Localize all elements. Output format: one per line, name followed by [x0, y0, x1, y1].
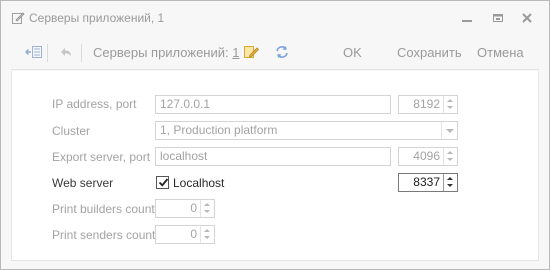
cancel-button[interactable]: Отмена [477, 45, 524, 60]
web-port-value: 8337 [413, 175, 440, 189]
web-port-stepper[interactable]: 8337 [398, 173, 458, 192]
window-title: Серверы приложений, 1 [29, 11, 165, 25]
localhost-checkbox-label[interactable]: Localhost [173, 176, 224, 190]
close-button[interactable] [520, 11, 534, 25]
form-panel: IP address, port 127.0.0.1 8192 Cluster … [11, 71, 539, 261]
maximize-button[interactable] [491, 11, 505, 25]
web-server-label: Web server [52, 176, 114, 190]
undo-icon[interactable] [57, 44, 75, 60]
toolbar-title-prefix: Серверы приложений: [93, 45, 229, 60]
spin-buttons[interactable] [443, 96, 457, 113]
chevron-down-icon[interactable] [441, 122, 457, 139]
ip-port-stepper[interactable]: 8192 [398, 95, 458, 114]
ip-address-input[interactable]: 127.0.0.1 [155, 95, 391, 114]
toolbar-separator [81, 44, 82, 62]
cluster-label: Cluster [52, 124, 91, 138]
toolbar-title: Серверы приложений: 1 [93, 45, 239, 60]
print-builders-label: Print builders count [52, 202, 155, 216]
print-builders-stepper[interactable]: 0 [155, 199, 215, 218]
minimize-button[interactable] [460, 11, 474, 25]
spin-buttons[interactable] [443, 148, 457, 165]
app-window: Серверы приложений, 1 Серверы приложений… [0, 0, 550, 270]
refresh-icon[interactable] [273, 44, 291, 60]
localhost-checkbox[interactable] [156, 176, 169, 189]
back-to-list-icon[interactable] [25, 44, 43, 60]
export-server-input[interactable]: localhost [155, 147, 391, 166]
record-number-link[interactable]: 1 [232, 45, 239, 60]
toolbar-separator [47, 44, 48, 62]
ip-port-value: 8192 [413, 97, 440, 111]
ip-address-label: IP address, port [52, 97, 137, 111]
spin-buttons[interactable] [200, 200, 214, 217]
title-bar: Серверы приложений, 1 [1, 1, 549, 34]
edit-document-icon [11, 11, 25, 25]
ok-button[interactable]: OK [343, 45, 362, 60]
print-senders-value: 0 [190, 227, 197, 241]
cluster-value: 1, Production platform [160, 123, 278, 137]
export-port-stepper[interactable]: 4096 [398, 147, 458, 166]
spin-buttons[interactable] [200, 226, 214, 243]
cluster-select[interactable]: 1, Production platform [155, 121, 458, 140]
export-server-label: Export server, port [52, 150, 151, 164]
export-port-value: 4096 [413, 149, 440, 163]
print-senders-stepper[interactable]: 0 [155, 225, 215, 244]
print-builders-value: 0 [190, 201, 197, 215]
save-button[interactable]: Сохранить [397, 45, 462, 60]
spin-buttons[interactable] [443, 174, 457, 191]
toolbar: Серверы приложений: 1 OK Сохранить Отмен… [11, 34, 539, 70]
edit-icon[interactable] [242, 44, 260, 60]
print-senders-label: Print senders count [52, 228, 156, 242]
